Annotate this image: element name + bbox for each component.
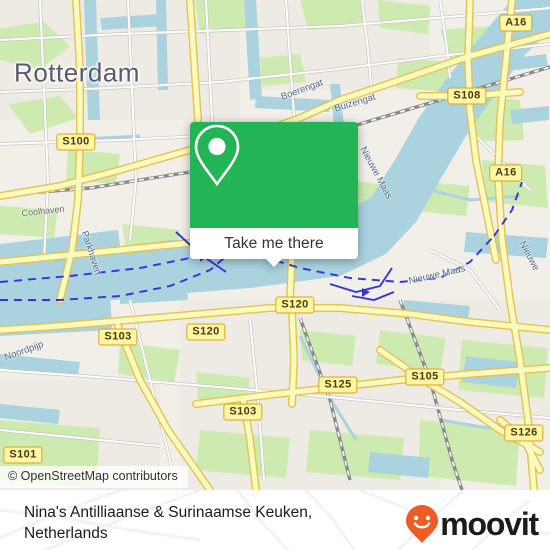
road-shield-s120-west[interactable]: S120 — [186, 323, 226, 341]
road-shield-a16-south[interactable]: A16 — [489, 164, 523, 182]
popup-pointer-tail — [265, 258, 283, 267]
map-label-rotterdam: Rotterdam — [14, 57, 140, 88]
road-shield-s101[interactable]: S101 — [3, 446, 43, 464]
moovit-logo[interactable]: moovit — [405, 504, 539, 544]
popup-card-header — [190, 122, 358, 228]
road-shield-s120-east[interactable]: S120 — [275, 296, 315, 314]
moovit-pin-icon — [406, 505, 439, 543]
road-shield-s100[interactable]: S100 — [56, 133, 96, 151]
osm-attribution[interactable]: © OpenStreetMap contributors — [0, 466, 188, 488]
map-pin-icon — [194, 124, 240, 187]
road-shield-s105[interactable]: S105 — [405, 368, 445, 386]
road-shield-s125[interactable]: S125 — [318, 376, 358, 394]
screenshot-root: Rotterdam Boerengat Buizengat Nieuwe Maa… — [0, 0, 550, 550]
road-shield-s126[interactable]: S126 — [504, 424, 544, 442]
footer-bar: Nina's Antilliaanse & Surinaamse Keuken,… — [0, 490, 550, 550]
place-title: Nina's Antilliaanse & Surinaamse Keuken,… — [24, 504, 313, 542]
road-shield-a16-north[interactable]: A16 — [499, 14, 533, 32]
road-shield-s103-south[interactable]: S103 — [223, 403, 263, 421]
map-canvas[interactable]: Rotterdam Boerengat Buizengat Nieuwe Maa… — [0, 0, 550, 490]
road-shield-s108[interactable]: S108 — [447, 87, 487, 105]
road-shield-s103-west[interactable]: S103 — [98, 328, 138, 346]
popup-card-action[interactable]: Take me there — [190, 228, 358, 267]
moovit-wordmark: moovit — [440, 506, 539, 542]
location-popup-card[interactable]: Take me there — [190, 122, 358, 267]
take-me-there-label: Take me there — [224, 234, 324, 252]
